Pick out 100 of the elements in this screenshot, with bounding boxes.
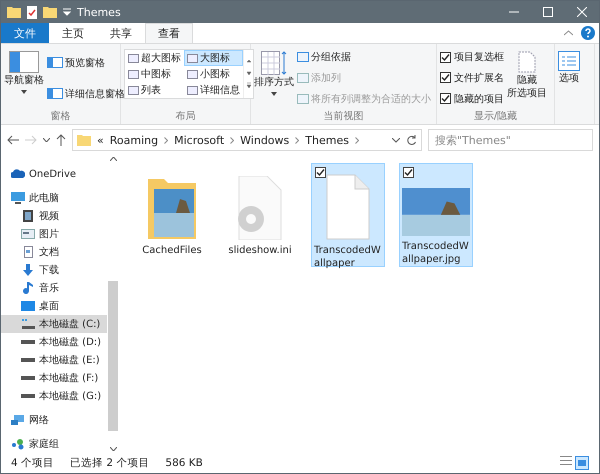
back-arrow-icon[interactable]: [7, 135, 19, 145]
view-icon: [128, 86, 139, 94]
refresh-icon[interactable]: [406, 134, 417, 146]
sidebar-item[interactable]: 本地磁盘 (C:): [1, 315, 107, 333]
sidebar-item[interactable]: 视频: [1, 207, 107, 225]
network-icon: [11, 414, 25, 426]
options-button[interactable]: 选项: [558, 47, 580, 124]
check-icon: [316, 168, 325, 177]
group-label: 窗格: [50, 110, 72, 124]
music-note-icon: [21, 282, 35, 294]
recent-locations-icon[interactable]: [43, 138, 50, 142]
layout-option[interactable]: 详细信息: [184, 82, 243, 98]
ribbon-tab[interactable]: 查看: [145, 23, 193, 43]
sidebar-item[interactable]: 本地磁盘 (G:): [1, 387, 107, 405]
chevron-icon[interactable]: [230, 136, 234, 144]
hide-selected-button[interactable]: 隐藏 所选项目: [507, 47, 547, 109]
group-label: 布局: [174, 110, 196, 124]
sidebar-item[interactable]: 音乐: [1, 279, 107, 297]
item-count: 4 个项目: [11, 456, 54, 470]
minimize-icon: [509, 11, 519, 13]
cloud-icon: [11, 168, 25, 180]
search-field[interactable]: 搜索"Themes": [428, 129, 593, 151]
checkbox[interactable]: [403, 167, 414, 178]
file-item[interactable]: TranscodedWallpaper.jpg: [399, 163, 473, 267]
folder-with-photo-icon: [148, 178, 196, 240]
desktop-icon: [21, 300, 35, 312]
maximize-icon: [543, 7, 553, 17]
help-icon[interactable]: [581, 26, 595, 40]
sidebar-item[interactable]: 网络: [1, 411, 107, 429]
details-view-icon[interactable]: [560, 456, 572, 465]
check-icon: [441, 52, 450, 62]
folder-icon: [7, 6, 21, 18]
dashed-file-icon: [518, 51, 536, 73]
breadcrumb-item[interactable]: Microsoft: [174, 134, 224, 146]
properties-icon[interactable]: [27, 6, 37, 18]
view-icon: [128, 70, 139, 78]
column-icon: [297, 94, 309, 104]
sidebar-item[interactable]: 此电脑: [1, 189, 107, 207]
view-icon: [187, 54, 198, 62]
layout-option[interactable]: 大图标: [184, 50, 243, 66]
scroll-down-icon[interactable]: [110, 447, 116, 451]
sidebar-item[interactable]: 家庭组: [1, 435, 107, 453]
pane-button[interactable]: 详细信息窗格: [47, 86, 125, 100]
file-item[interactable]: TranscodedWallpaper: [311, 163, 385, 267]
chevron-icon[interactable]: [354, 136, 359, 144]
pane-button[interactable]: 预览窗格: [47, 56, 125, 70]
gallery-scroll-icon[interactable]: [246, 59, 252, 89]
breadcrumb-overflow[interactable]: «: [97, 134, 104, 146]
dropdown-icon[interactable]: [392, 138, 400, 142]
chevron-icon[interactable]: [164, 136, 168, 144]
folder-icon: [77, 134, 91, 146]
sidebar-item[interactable]: 桌面: [1, 297, 107, 315]
file-item[interactable]: CachedFiles: [135, 163, 209, 267]
blank-file-icon: [326, 174, 370, 240]
view-command[interactable]: 分组依据: [297, 50, 431, 64]
layout-option[interactable]: 超大图标: [125, 50, 184, 66]
breadcrumb-item[interactable]: Themes: [305, 134, 349, 146]
layout-option[interactable]: 中图标: [125, 66, 184, 82]
sidebar-item[interactable]: 本地磁盘 (E:): [1, 351, 107, 369]
layout-option[interactable]: 列表: [125, 82, 184, 98]
chevron-icon[interactable]: [295, 136, 300, 144]
view-icon: [187, 70, 198, 78]
pane-icon: [47, 88, 63, 99]
breadcrumb-item[interactable]: Roaming: [110, 134, 158, 146]
photo-thumbnail: [402, 188, 470, 236]
address-bar[interactable]: « Roaming Microsoft Windows Themes: [72, 129, 422, 151]
column-icon: [297, 72, 309, 83]
checkbox[interactable]: [315, 167, 326, 178]
ribbon-tab[interactable]: 文件: [1, 23, 49, 43]
options-list-icon: [558, 51, 580, 71]
checkbox[interactable]: 文件扩展名: [440, 70, 504, 85]
file-item[interactable]: slideshow.ini: [223, 163, 297, 267]
check-icon: [441, 73, 450, 82]
caret-icon: [271, 92, 277, 96]
scroll-up-icon[interactable]: [110, 157, 116, 161]
pane-icon: [47, 57, 63, 68]
sort-icon: [261, 51, 287, 75]
sidebar-item[interactable]: 本地磁盘 (D:): [1, 333, 107, 351]
navigation-pane-button[interactable]: 导航窗格: [4, 47, 44, 109]
sidebar-item[interactable]: 文档: [1, 243, 107, 261]
up-arrow-icon[interactable]: [56, 134, 66, 146]
gear-file-icon: [237, 176, 283, 240]
selection-size: 586 KB: [165, 457, 203, 469]
sidebar-item[interactable]: 图片: [1, 225, 107, 243]
drive-icon: [21, 340, 35, 344]
sidebar-item[interactable]: 本地磁盘 (F:): [1, 369, 107, 387]
layout-option[interactable]: 小图标: [184, 66, 243, 82]
breadcrumb-item[interactable]: Windows: [240, 134, 290, 146]
sidebar-item[interactable]: OneDrive: [1, 165, 107, 183]
scrollbar-thumb[interactable]: [108, 281, 118, 431]
drive-icon: [21, 358, 35, 362]
drive-icon: [21, 394, 35, 398]
film-icon: [21, 210, 35, 222]
sidebar-item[interactable]: 下载: [1, 261, 107, 279]
sort-button[interactable]: 排序方式: [254, 47, 294, 109]
large-icons-view-icon[interactable]: [575, 456, 589, 470]
checkbox[interactable]: 隐藏的项目: [440, 92, 504, 106]
group-label: 当前视图: [322, 110, 364, 124]
checkbox[interactable]: 项目复选框: [440, 50, 504, 64]
collapse-ribbon-icon[interactable]: [564, 30, 573, 36]
